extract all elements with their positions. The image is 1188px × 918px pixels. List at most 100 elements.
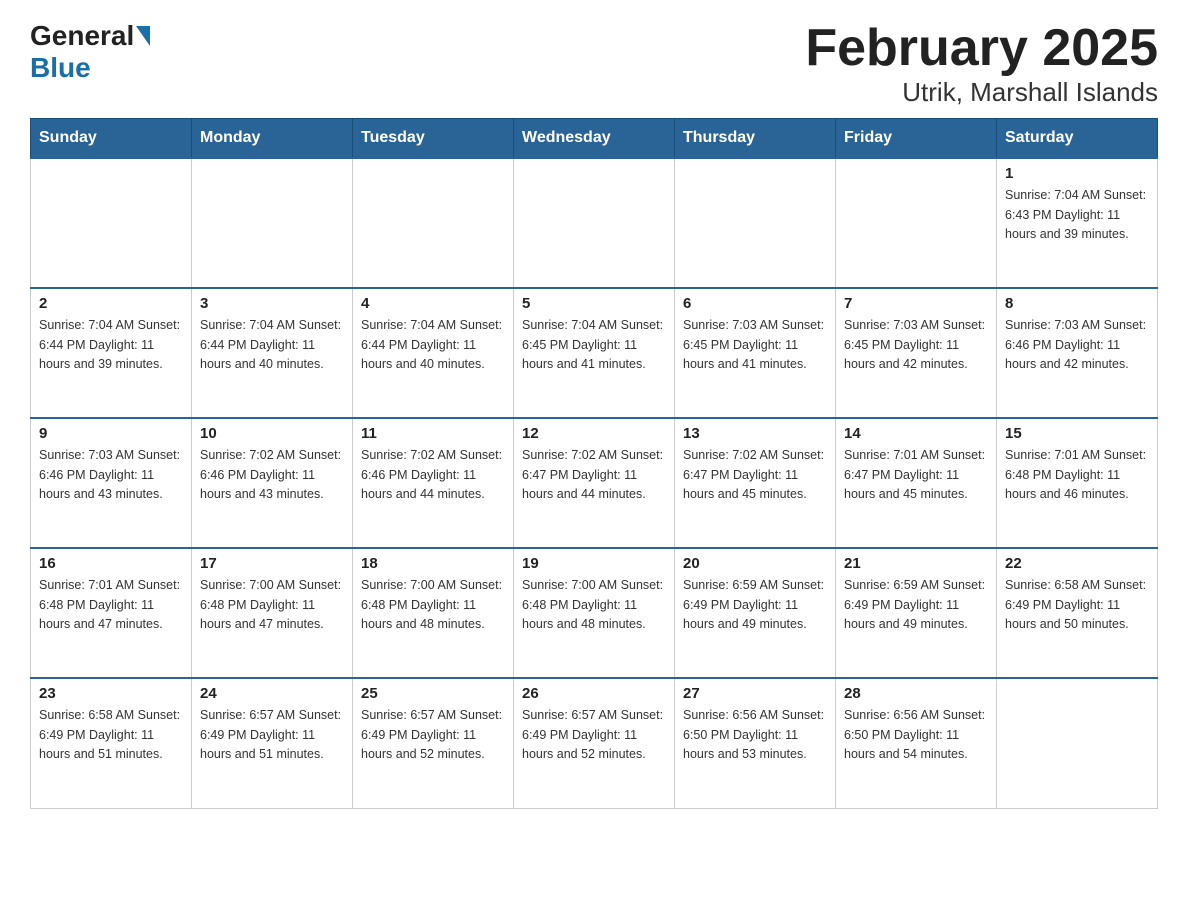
calendar-cell: 4Sunrise: 7:04 AM Sunset: 6:44 PM Daylig… [353, 288, 514, 418]
calendar-week-row: 23 Sunrise: 6:58 AM Sunset: 6:49 PM Dayli… [31, 678, 1158, 808]
weekday-header-saturday: Saturday [997, 119, 1158, 159]
day-number: 21 [844, 555, 988, 572]
day-number: 12 [522, 425, 666, 442]
day-number: 5 [522, 295, 666, 312]
calendar-cell: 9 Sunrise: 7:03 AM Sunset: 6:46 PM Daylig… [31, 418, 192, 548]
day-number: 16 [39, 555, 183, 572]
calendar-body: 1Sunrise: 7:04 AM Sunset: 6:43 PM Daylig… [31, 158, 1158, 808]
calendar-cell: 18Sunrise: 7:00 AM Sunset: 6:48 PM Dayli… [353, 548, 514, 678]
calendar-cell: 3 Sunrise: 7:04 AM Sunset: 6:44 PM Daylig… [192, 288, 353, 418]
day-info: Sunrise: 7:04 AM Sunset: 6:45 PM Dayligh… [522, 316, 666, 374]
calendar-week-row: 1Sunrise: 7:04 AM Sunset: 6:43 PM Daylig… [31, 158, 1158, 288]
day-number: 27 [683, 685, 827, 702]
day-info: Sunrise: 7:03 AM Sunset: 6:45 PM Dayligh… [683, 316, 827, 374]
weekday-header-thursday: Thursday [675, 119, 836, 159]
calendar-table: SundayMondayTuesdayWednesdayThursdayFrid… [30, 118, 1158, 809]
day-number: 13 [683, 425, 827, 442]
weekday-header-monday: Monday [192, 119, 353, 159]
day-info: Sunrise: 6:59 AM Sunset: 6:49 PM Dayligh… [844, 576, 988, 634]
calendar-cell: 2 Sunrise: 7:04 AM Sunset: 6:44 PM Daylig… [31, 288, 192, 418]
day-number: 6 [683, 295, 827, 312]
day-info: Sunrise: 6:56 AM Sunset: 6:50 PM Dayligh… [844, 706, 988, 764]
calendar-cell: 15Sunrise: 7:01 AM Sunset: 6:48 PM Dayli… [997, 418, 1158, 548]
calendar-header: SundayMondayTuesdayWednesdayThursdayFrid… [31, 119, 1158, 159]
day-info: Sunrise: 6:58 AM Sunset: 6:49 PM Dayligh… [39, 706, 183, 764]
day-number: 18 [361, 555, 505, 572]
logo-triangle-icon [136, 26, 150, 46]
logo-blue-text: Blue [30, 52, 91, 83]
calendar-cell [997, 678, 1158, 808]
day-info: Sunrise: 6:57 AM Sunset: 6:49 PM Dayligh… [200, 706, 344, 764]
day-info: Sunrise: 7:02 AM Sunset: 6:47 PM Dayligh… [683, 446, 827, 504]
calendar-cell: 10Sunrise: 7:02 AM Sunset: 6:46 PM Dayli… [192, 418, 353, 548]
day-info: Sunrise: 6:58 AM Sunset: 6:49 PM Dayligh… [1005, 576, 1149, 634]
calendar-cell: 26 Sunrise: 6:57 AM Sunset: 6:49 PM Dayli… [514, 678, 675, 808]
day-number: 20 [683, 555, 827, 572]
day-info: Sunrise: 7:02 AM Sunset: 6:47 PM Dayligh… [522, 446, 666, 504]
day-number: 9 [39, 425, 183, 442]
calendar-cell: 12 Sunrise: 7:02 AM Sunset: 6:47 PM Dayli… [514, 418, 675, 548]
calendar-cell: 1Sunrise: 7:04 AM Sunset: 6:43 PM Daylig… [997, 158, 1158, 288]
calendar-cell: 16Sunrise: 7:01 AM Sunset: 6:48 PM Dayli… [31, 548, 192, 678]
day-number: 8 [1005, 295, 1149, 312]
calendar-cell: 24 Sunrise: 6:57 AM Sunset: 6:49 PM Dayli… [192, 678, 353, 808]
calendar-cell: 27 Sunrise: 6:56 AM Sunset: 6:50 PM Dayli… [675, 678, 836, 808]
day-info: Sunrise: 6:57 AM Sunset: 6:49 PM Dayligh… [522, 706, 666, 764]
day-number: 2 [39, 295, 183, 312]
day-info: Sunrise: 6:59 AM Sunset: 6:49 PM Dayligh… [683, 576, 827, 634]
calendar-cell [514, 158, 675, 288]
weekday-header-tuesday: Tuesday [353, 119, 514, 159]
day-info: Sunrise: 7:00 AM Sunset: 6:48 PM Dayligh… [200, 576, 344, 634]
day-number: 4 [361, 295, 505, 312]
calendar-cell [675, 158, 836, 288]
calendar-cell: 22 Sunrise: 6:58 AM Sunset: 6:49 PM Dayli… [997, 548, 1158, 678]
calendar-cell: 20 Sunrise: 6:59 AM Sunset: 6:49 PM Dayli… [675, 548, 836, 678]
calendar-title: February 2025 [805, 20, 1158, 77]
weekday-header-wednesday: Wednesday [514, 119, 675, 159]
day-info: Sunrise: 7:01 AM Sunset: 6:47 PM Dayligh… [844, 446, 988, 504]
calendar-cell: 28 Sunrise: 6:56 AM Sunset: 6:50 PM Dayli… [836, 678, 997, 808]
calendar-cell: 23 Sunrise: 6:58 AM Sunset: 6:49 PM Dayli… [31, 678, 192, 808]
day-info: Sunrise: 6:57 AM Sunset: 6:49 PM Dayligh… [361, 706, 505, 764]
calendar-cell: 6 Sunrise: 7:03 AM Sunset: 6:45 PM Daylig… [675, 288, 836, 418]
day-info: Sunrise: 7:01 AM Sunset: 6:48 PM Dayligh… [1005, 446, 1149, 504]
day-info: Sunrise: 7:04 AM Sunset: 6:44 PM Dayligh… [39, 316, 183, 374]
day-number: 26 [522, 685, 666, 702]
calendar-week-row: 2 Sunrise: 7:04 AM Sunset: 6:44 PM Daylig… [31, 288, 1158, 418]
weekday-header-sunday: Sunday [31, 119, 192, 159]
day-info: Sunrise: 7:03 AM Sunset: 6:46 PM Dayligh… [1005, 316, 1149, 374]
day-number: 11 [361, 425, 505, 442]
day-info: Sunrise: 7:03 AM Sunset: 6:45 PM Dayligh… [844, 316, 988, 374]
day-info: Sunrise: 7:02 AM Sunset: 6:46 PM Dayligh… [361, 446, 505, 504]
calendar-cell: 5 Sunrise: 7:04 AM Sunset: 6:45 PM Daylig… [514, 288, 675, 418]
day-number: 23 [39, 685, 183, 702]
day-info: Sunrise: 7:04 AM Sunset: 6:43 PM Dayligh… [1005, 186, 1149, 244]
logo: General Blue [30, 20, 152, 84]
calendar-location: Utrik, Marshall Islands [805, 77, 1158, 108]
calendar-cell: 19 Sunrise: 7:00 AM Sunset: 6:48 PM Dayli… [514, 548, 675, 678]
day-info: Sunrise: 6:56 AM Sunset: 6:50 PM Dayligh… [683, 706, 827, 764]
day-number: 10 [200, 425, 344, 442]
day-number: 19 [522, 555, 666, 572]
day-number: 25 [361, 685, 505, 702]
day-info: Sunrise: 7:00 AM Sunset: 6:48 PM Dayligh… [522, 576, 666, 634]
day-number: 28 [844, 685, 988, 702]
weekday-header-row: SundayMondayTuesdayWednesdayThursdayFrid… [31, 119, 1158, 159]
day-number: 17 [200, 555, 344, 572]
title-block: February 2025 Utrik, Marshall Islands [805, 20, 1158, 108]
day-number: 24 [200, 685, 344, 702]
calendar-cell: 7Sunrise: 7:03 AM Sunset: 6:45 PM Daylig… [836, 288, 997, 418]
calendar-cell: 21 Sunrise: 6:59 AM Sunset: 6:49 PM Dayli… [836, 548, 997, 678]
day-info: Sunrise: 7:04 AM Sunset: 6:44 PM Dayligh… [200, 316, 344, 374]
calendar-week-row: 16Sunrise: 7:01 AM Sunset: 6:48 PM Dayli… [31, 548, 1158, 678]
calendar-cell: 11 Sunrise: 7:02 AM Sunset: 6:46 PM Dayli… [353, 418, 514, 548]
day-number: 14 [844, 425, 988, 442]
logo-general-text: General [30, 20, 134, 52]
weekday-header-friday: Friday [836, 119, 997, 159]
day-number: 3 [200, 295, 344, 312]
calendar-cell: 13 Sunrise: 7:02 AM Sunset: 6:47 PM Dayli… [675, 418, 836, 548]
calendar-cell [353, 158, 514, 288]
calendar-cell: 8 Sunrise: 7:03 AM Sunset: 6:46 PM Daylig… [997, 288, 1158, 418]
day-number: 22 [1005, 555, 1149, 572]
day-info: Sunrise: 7:03 AM Sunset: 6:46 PM Dayligh… [39, 446, 183, 504]
